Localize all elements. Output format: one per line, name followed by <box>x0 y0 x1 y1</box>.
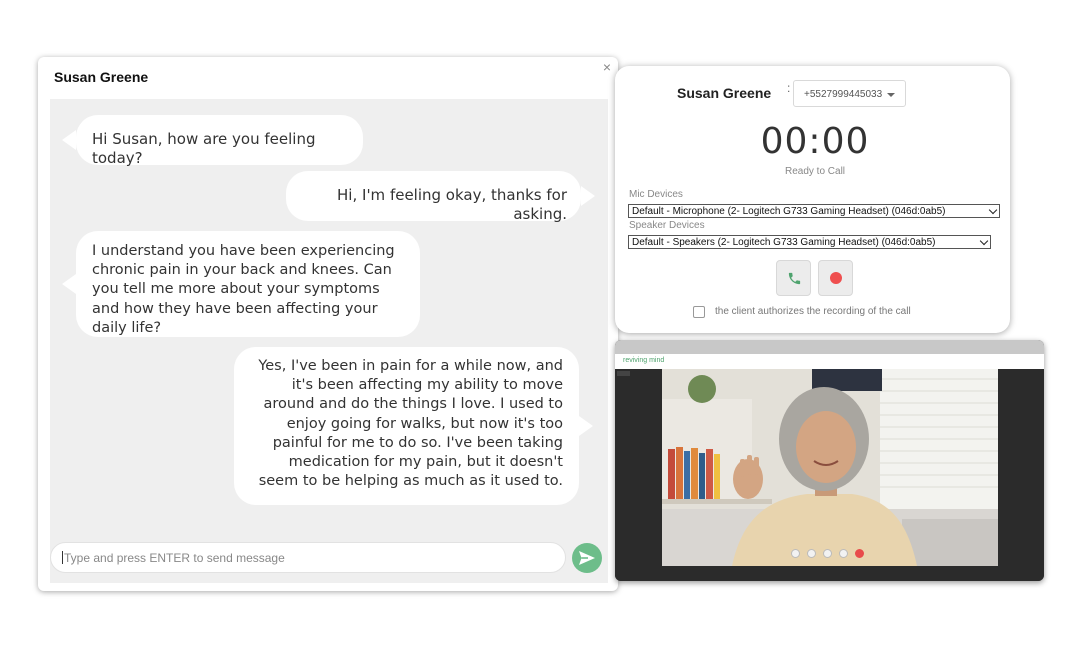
message-input-placeholder: Type and press ENTER to send message <box>64 551 285 565</box>
video-bottom-bar <box>662 566 998 581</box>
close-icon[interactable]: × <box>599 59 615 75</box>
participant-name-tag <box>617 371 630 376</box>
record-button[interactable] <box>818 260 853 296</box>
chat-icon[interactable] <box>839 549 848 558</box>
consent-label: the client authorizes the recording of t… <box>715 306 911 317</box>
speaker-device-value: Default - Speakers (2- Logitech G733 Gam… <box>632 237 936 248</box>
participant-image <box>662 369 998 566</box>
message-outgoing: Hi, I'm feeling okay, thanks for asking. <box>286 171 595 223</box>
video-call-controls <box>791 545 871 558</box>
phone-number-select[interactable]: +5527999445033 <box>793 80 906 107</box>
video-app-bar: reviving mind <box>615 354 1044 372</box>
call-timer: 00:00 <box>760 121 870 162</box>
chevron-down-icon <box>979 236 989 246</box>
separator: : <box>787 81 791 95</box>
chat-title: Susan Greene <box>54 69 149 85</box>
text-caret <box>62 551 63 564</box>
contact-name: Susan Greene <box>677 85 772 101</box>
mic-icon[interactable] <box>791 549 800 558</box>
dialer-panel: Susan Greene : +5527999445033 00:00 Read… <box>615 66 1010 333</box>
phone-icon <box>788 272 801 285</box>
mic-device-select[interactable]: Default - Microphone (2- Logitech G733 G… <box>628 204 1000 218</box>
video-title-bar <box>615 340 1044 354</box>
send-button[interactable] <box>572 543 602 573</box>
participant-video-feed <box>662 369 998 566</box>
phone-number-value: +5527999445033 <box>804 89 883 100</box>
video-sidebar-right <box>998 369 1044 581</box>
send-icon <box>579 551 595 565</box>
chevron-down-icon <box>988 205 998 215</box>
message-input[interactable]: Type and press ENTER to send message <box>50 542 566 573</box>
speaker-device-select[interactable]: Default - Speakers (2- Logitech G733 Gam… <box>628 235 991 249</box>
end-call-icon[interactable] <box>855 549 864 558</box>
call-status: Ready to Call <box>784 166 846 177</box>
mic-device-value: Default - Microphone (2- Logitech G733 G… <box>632 206 946 217</box>
mic-devices-label: Mic Devices <box>629 189 683 200</box>
brand-logo: reviving mind <box>623 357 665 364</box>
consent-checkbox[interactable] <box>693 306 705 318</box>
record-icon <box>830 272 842 284</box>
camera-icon[interactable] <box>807 549 816 558</box>
chevron-down-icon <box>887 93 895 97</box>
window-controls[interactable] <box>1028 359 1040 372</box>
call-button[interactable] <box>776 260 811 296</box>
speaker-devices-label: Speaker Devices <box>629 220 705 231</box>
message-incoming: Hi Susan, how are you feeling today? <box>62 115 363 167</box>
video-call-panel: reviving mind <box>615 340 1044 581</box>
video-sidebar-left <box>615 369 662 581</box>
screen-share-icon[interactable] <box>823 549 832 558</box>
chat-window: Susan Greene × Hi Susan, how are you fee… <box>38 57 618 591</box>
message-outgoing: Yes, I've been in pain for a while now, … <box>234 347 593 505</box>
chat-messages: Hi Susan, how are you feeling today? Hi,… <box>50 99 608 583</box>
message-incoming: I understand you have been experiencing … <box>62 231 420 337</box>
